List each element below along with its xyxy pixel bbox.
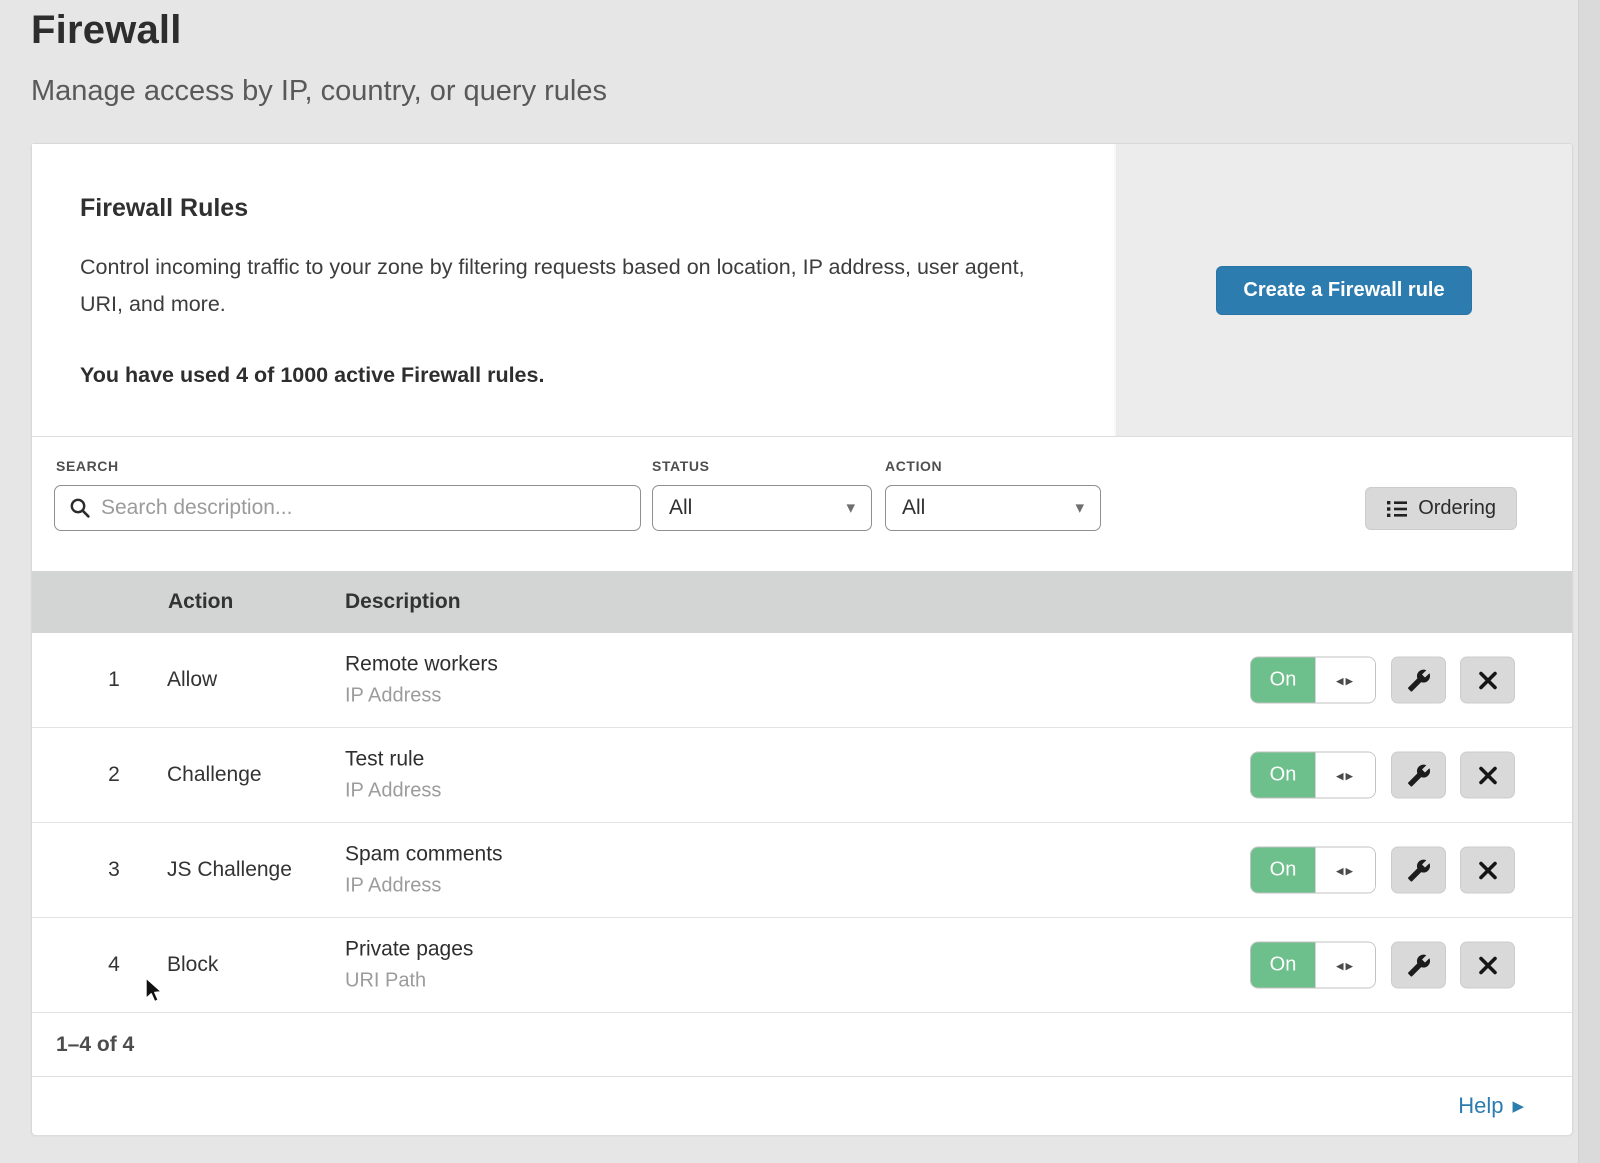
search-box[interactable] bbox=[54, 485, 641, 531]
toggle-on-label: On bbox=[1251, 658, 1315, 703]
rule-enabled-toggle[interactable]: On ◂▸ bbox=[1250, 942, 1376, 989]
close-icon bbox=[1477, 764, 1499, 786]
rule-priority: 3 bbox=[92, 823, 136, 917]
rule-enabled-toggle[interactable]: On ◂▸ bbox=[1250, 847, 1376, 894]
rule-description: Spam comments bbox=[345, 843, 503, 867]
rule-enabled-toggle[interactable]: On ◂▸ bbox=[1250, 752, 1376, 799]
rule-match-type: IP Address bbox=[345, 875, 503, 898]
help-arrow-icon: ▶ bbox=[1512, 1097, 1524, 1115]
page-header: Firewall Manage access by IP, country, o… bbox=[31, 8, 607, 108]
close-icon bbox=[1477, 669, 1499, 691]
column-header-action: Action bbox=[168, 590, 233, 614]
rule-priority: 2 bbox=[92, 728, 136, 822]
status-select[interactable]: All ▾ bbox=[652, 485, 872, 531]
table-row: 3 JS Challenge Spam comments IP Address … bbox=[32, 823, 1572, 918]
delete-rule-button[interactable] bbox=[1460, 657, 1515, 704]
page-title: Firewall bbox=[31, 8, 607, 53]
ordering-list-icon bbox=[1386, 499, 1408, 519]
rule-description: Test rule bbox=[345, 748, 441, 772]
toggle-drag-handle-icon: ◂▸ bbox=[1315, 753, 1375, 798]
toggle-on-label: On bbox=[1251, 943, 1315, 988]
rule-action: Block bbox=[167, 918, 218, 1012]
table-row: 1 Allow Remote workers IP Address On ◂▸ bbox=[32, 633, 1572, 728]
status-select-value: All bbox=[669, 496, 692, 520]
card-footer: Help ▶ bbox=[32, 1076, 1572, 1135]
rule-description: Private pages bbox=[345, 938, 473, 962]
rule-priority: 1 bbox=[92, 633, 136, 727]
delete-rule-button[interactable] bbox=[1460, 942, 1515, 989]
table-row: 4 Block Private pages URI Path On ◂▸ bbox=[32, 918, 1572, 1013]
help-link[interactable]: Help ▶ bbox=[1458, 1093, 1524, 1119]
column-header-description: Description bbox=[345, 590, 461, 614]
pagination-bar: 1–4 of 4 bbox=[32, 1013, 1572, 1076]
wrench-icon bbox=[1407, 953, 1431, 977]
create-firewall-rule-button[interactable]: Create a Firewall rule bbox=[1216, 266, 1471, 315]
status-label: STATUS bbox=[652, 458, 710, 474]
firewall-rules-card: Firewall Rules Control incoming traffic … bbox=[31, 143, 1573, 1135]
card-description: Control incoming traffic to your zone by… bbox=[80, 249, 1045, 323]
edit-rule-button[interactable] bbox=[1391, 657, 1446, 704]
page-subtitle: Manage access by IP, country, or query r… bbox=[31, 75, 607, 108]
help-link-label: Help bbox=[1458, 1093, 1503, 1119]
delete-rule-button[interactable] bbox=[1460, 752, 1515, 799]
edit-rule-button[interactable] bbox=[1391, 752, 1446, 799]
card-title: Firewall Rules bbox=[80, 194, 1054, 223]
rule-action: Challenge bbox=[167, 728, 262, 822]
wrench-icon bbox=[1407, 858, 1431, 882]
pagination-range: 1–4 of 4 bbox=[56, 1033, 134, 1057]
search-input[interactable] bbox=[101, 496, 626, 520]
delete-rule-button[interactable] bbox=[1460, 847, 1515, 894]
chevron-down-icon: ▾ bbox=[1075, 498, 1084, 518]
edit-rule-button[interactable] bbox=[1391, 847, 1446, 894]
rule-description-cell: Private pages URI Path bbox=[345, 938, 473, 993]
toggle-on-label: On bbox=[1251, 753, 1315, 798]
toggle-drag-handle-icon: ◂▸ bbox=[1315, 943, 1375, 988]
rule-description-cell: Test rule IP Address bbox=[345, 748, 441, 803]
rule-match-type: IP Address bbox=[345, 685, 498, 708]
rule-priority: 4 bbox=[92, 918, 136, 1012]
rule-description: Remote workers bbox=[345, 653, 498, 677]
edit-rule-button[interactable] bbox=[1391, 942, 1446, 989]
table-header: Action Description bbox=[32, 571, 1572, 633]
intro-section: Firewall Rules Control incoming traffic … bbox=[32, 144, 1572, 437]
action-select-value: All bbox=[902, 496, 925, 520]
wrench-icon bbox=[1407, 763, 1431, 787]
ordering-button-label: Ordering bbox=[1418, 497, 1496, 520]
rule-action: Allow bbox=[167, 633, 217, 727]
table-row: 2 Challenge Test rule IP Address On ◂▸ bbox=[32, 728, 1572, 823]
rule-description-cell: Remote workers IP Address bbox=[345, 653, 498, 708]
toggle-drag-handle-icon: ◂▸ bbox=[1315, 658, 1375, 703]
rule-action: JS Challenge bbox=[167, 823, 292, 917]
search-icon bbox=[69, 497, 91, 519]
wrench-icon bbox=[1407, 668, 1431, 692]
rule-enabled-toggle[interactable]: On ◂▸ bbox=[1250, 657, 1376, 704]
close-icon bbox=[1477, 954, 1499, 976]
rule-description-cell: Spam comments IP Address bbox=[345, 843, 503, 898]
toggle-drag-handle-icon: ◂▸ bbox=[1315, 848, 1375, 893]
search-label: SEARCH bbox=[56, 458, 119, 474]
action-label: ACTION bbox=[885, 458, 942, 474]
close-icon bbox=[1477, 859, 1499, 881]
usage-summary: You have used 4 of 1000 active Firewall … bbox=[80, 363, 1054, 388]
intro-text-pane: Firewall Rules Control incoming traffic … bbox=[32, 144, 1114, 436]
filter-bar: SEARCH STATUS ACTION All ▾ All ▾ bbox=[32, 437, 1572, 571]
rule-match-type: URI Path bbox=[345, 970, 473, 993]
scrollbar-track[interactable] bbox=[1578, 0, 1600, 1163]
ordering-button[interactable]: Ordering bbox=[1365, 487, 1517, 530]
chevron-down-icon: ▾ bbox=[846, 498, 855, 518]
rule-match-type: IP Address bbox=[345, 780, 441, 803]
toggle-on-label: On bbox=[1251, 848, 1315, 893]
intro-action-pane: Create a Firewall rule bbox=[1114, 144, 1572, 436]
action-select[interactable]: All ▾ bbox=[885, 485, 1101, 531]
